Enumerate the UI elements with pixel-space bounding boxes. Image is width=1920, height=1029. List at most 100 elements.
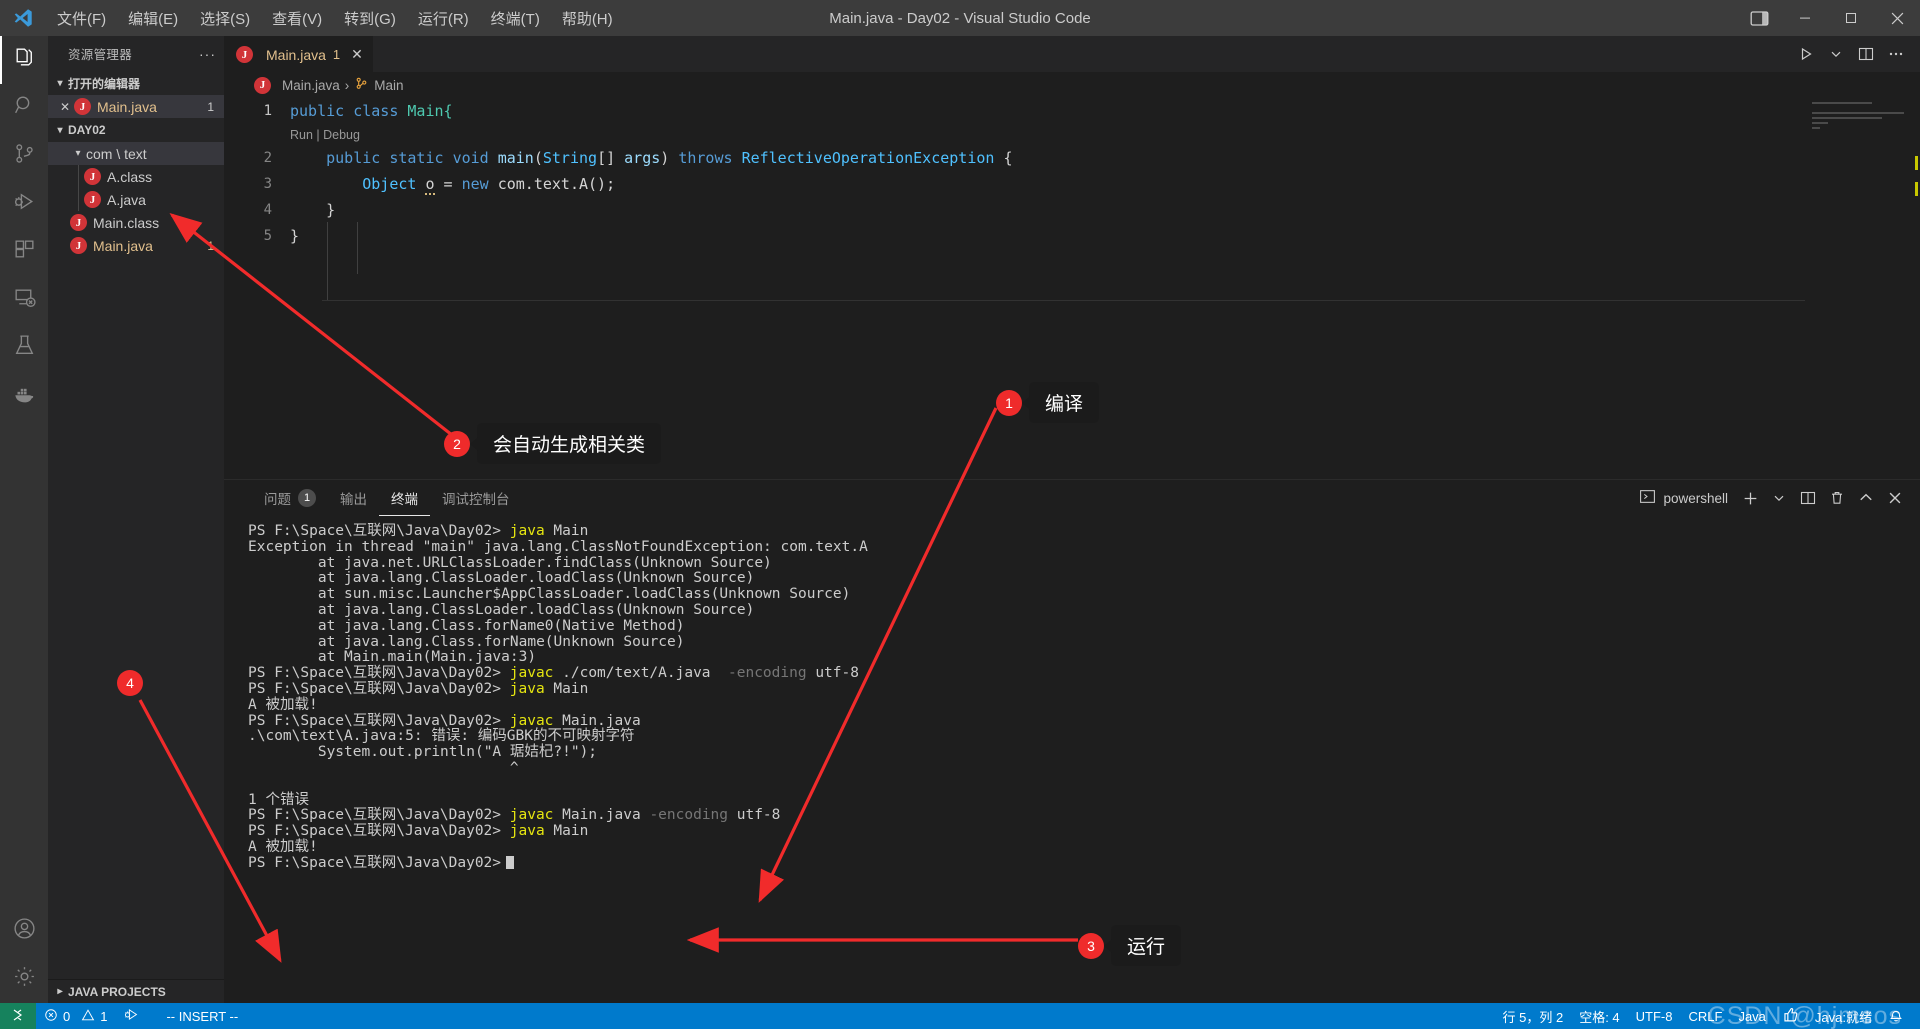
sidebar-explorer: 资源管理器 ··· ▾ 打开的编辑器 ✕ J Main.java 1 ▾ DAY… [48,36,224,1003]
annotation-text: 会自动生成相关类 [469,423,662,464]
status-cursor-position[interactable]: 行 5，列 2 [1495,1003,1572,1029]
bottom-panel: 问题 1 输出 终端 调试控制台 powershell PS F:\Space\… [224,479,1920,1003]
panel-tabs[interactable]: 问题 1 输出 终端 调试控制台 powershell [224,480,1920,516]
menu-selection[interactable]: 选择(S) [189,4,261,33]
section-java-projects[interactable]: ▸ JAVA PROJECTS [48,979,224,1003]
menu-terminal[interactable]: 终端(T) [480,4,551,33]
panel-actions[interactable]: powershell [1639,485,1920,511]
run-icon[interactable] [1792,36,1820,72]
split-terminal-icon[interactable] [1795,485,1821,511]
status-bar-right[interactable]: 行 5，列 2 空格: 4 UTF-8 CRLF Java Java:就绪 [1495,1003,1920,1029]
breadcrumb-file[interactable]: Main.java [282,78,340,93]
breadcrumb[interactable]: J Main.java › Main [224,72,1920,98]
status-debug[interactable] [115,1003,148,1029]
menu-bar[interactable]: 文件(F) 编辑(E) 选择(S) 查看(V) 转到(G) 运行(R) 终端(T… [46,4,624,33]
section-open-editors[interactable]: ▾ 打开的编辑器 [48,71,224,95]
activitybar-explorer[interactable] [0,36,48,84]
activitybar-docker[interactable] [0,372,48,420]
terminal-icon [1639,488,1656,508]
close-panel-icon[interactable] [1882,485,1908,511]
tab-main-java[interactable]: J Main.java 1 ✕ [224,36,373,72]
maximize-button[interactable] [1828,0,1874,36]
open-editor-item-main-java[interactable]: ✕ J Main.java 1 [48,95,224,118]
chevron-down-icon[interactable] [1822,36,1850,72]
code-line-1: 1 public class Main{ [224,98,1920,124]
menu-view[interactable]: 查看(V) [261,4,333,33]
open-editor-label: Main.java [97,98,157,115]
chevron-down-icon[interactable] [1766,485,1792,511]
remote-indicator[interactable] [0,1003,36,1029]
thumbs-up-icon [1782,1006,1799,1026]
tree-item-label: A.class [107,168,153,185]
customize-layout-icon[interactable] [1736,0,1782,36]
activitybar-remote-explorer[interactable] [0,276,48,324]
annotation-number: 3 [1078,932,1104,959]
new-terminal-icon[interactable] [1737,485,1763,511]
line-number: 2 [263,150,272,166]
status-notifications[interactable] [1880,1003,1912,1029]
close-button[interactable] [1874,0,1920,36]
warning-count: 1 [100,1008,108,1024]
tree-item-com-text[interactable]: ▾ com \ text [48,142,224,165]
terminal-selector[interactable]: powershell [1639,488,1734,508]
window-controls[interactable] [1736,0,1920,36]
terminal-line: at sun.misc.Launcher$AppClassLoader.load… [248,586,851,603]
tab-output[interactable]: 输出 [328,480,379,516]
close-icon[interactable]: ✕ [56,100,74,114]
tab-debug-console[interactable]: 调试控制台 [430,480,522,516]
activitybar-source-control[interactable] [0,132,48,180]
sidebar-more-icon[interactable]: ··· [199,46,216,62]
terminal-cursor [506,855,515,869]
activitybar-run-debug[interactable] [0,180,48,228]
activitybar-accounts[interactable] [0,907,48,955]
activitybar-search[interactable] [0,84,48,132]
terminal-line-prompt[interactable]: PS F:\Space\互联网\Java\Day02> [248,855,1920,872]
tab-terminal[interactable]: 终端 [379,480,430,516]
annotation-3: 3 运行 [1078,925,1182,966]
editor-tabs: J Main.java 1 ✕ [224,36,1920,72]
menu-file[interactable]: 文件(F) [46,4,117,33]
split-editor-icon[interactable] [1852,36,1880,72]
menu-go[interactable]: 转到(G) [333,4,407,33]
warning-icon [81,1008,95,1025]
minimap[interactable] [1812,102,1908,172]
status-eol[interactable]: CRLF [1681,1003,1731,1029]
breadcrumb-separator: › [344,77,350,93]
activitybar-settings[interactable] [0,955,48,1003]
status-language-mode[interactable]: Java [1730,1003,1773,1029]
more-actions-icon[interactable] [1882,36,1910,72]
editor-actions[interactable] [1792,36,1920,72]
terminal-line: PS F:\Space\互联网\Java\Day02> java Main [248,523,589,539]
line-number: 4 [263,202,272,218]
menu-edit[interactable]: 编辑(E) [117,4,189,33]
minimize-button[interactable] [1782,0,1828,36]
tab-debug-console-label: 调试控制台 [442,492,510,507]
tree-item-a-java[interactable]: J A.java [48,188,224,211]
status-feedback[interactable] [1774,1003,1807,1029]
activity-bar[interactable] [0,36,48,1003]
terminal-output[interactable]: PS F:\Space\互联网\Java\Day02> java Main Ex… [224,516,1920,1003]
code-lens[interactable]: Run | Debug [224,124,1920,145]
terminal-line: at java.net.URLClassLoader.findClass(Unk… [248,554,772,571]
activitybar-extensions[interactable] [0,228,48,276]
tab-close-icon[interactable]: ✕ [351,46,363,63]
breadcrumb-symbol[interactable]: Main [374,78,403,93]
menu-help[interactable]: 帮助(H) [551,4,624,33]
status-indentation[interactable]: 空格: 4 [1571,1003,1627,1029]
tree-item-a-class[interactable]: J A.class [48,165,224,188]
maximize-panel-icon[interactable] [1853,485,1879,511]
tab-problems[interactable]: 问题 1 [252,480,328,516]
section-folder-day02[interactable]: ▾ DAY02 [48,118,224,142]
status-problems[interactable]: 0 1 [36,1003,115,1029]
activitybar-testing[interactable] [0,324,48,372]
status-encoding[interactable]: UTF-8 [1628,1003,1681,1029]
status-java[interactable]: Java:就绪 [1807,1003,1880,1029]
tree-item-main-java[interactable]: J Main.java 1 [48,234,224,257]
tree-item-main-class[interactable]: J Main.class [48,211,224,234]
terminal-line: A 被加载! [248,696,318,713]
menu-run[interactable]: 运行(R) [407,4,480,33]
annotation-text: 运行 [1103,925,1182,966]
kill-terminal-icon[interactable] [1824,485,1850,511]
editor-scrollbar[interactable] [1906,98,1920,479]
annotation-4: 4 [117,670,143,696]
